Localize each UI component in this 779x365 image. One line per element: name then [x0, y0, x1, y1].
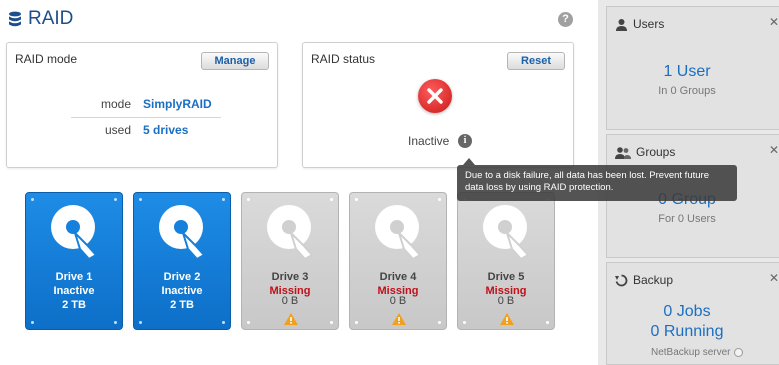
- users-groups-count: In 0 Groups: [658, 85, 716, 97]
- drive-tile[interactable]: Drive 1 Inactive 2 TB: [25, 192, 123, 330]
- warning-icon: [500, 313, 514, 325]
- page-title: RAID: [8, 8, 73, 30]
- users-header: Users: [615, 17, 664, 31]
- used-label: used: [104, 123, 131, 137]
- help-icon[interactable]: ?: [558, 12, 573, 27]
- screw-dot: [355, 321, 358, 324]
- netbackup-radio[interactable]: [734, 348, 744, 357]
- drive-name: Drive 4: [379, 271, 417, 283]
- drive-size: 2 TB: [62, 299, 86, 311]
- screw-dot: [247, 198, 250, 201]
- drive-name: Drive 3: [271, 271, 309, 283]
- screw-dot: [330, 198, 333, 201]
- groups-header: Groups: [615, 145, 675, 159]
- warning-icon: [284, 313, 298, 325]
- manage-button[interactable]: Manage: [201, 52, 269, 70]
- warning-icon: [392, 313, 406, 325]
- drive-state: Inactive: [53, 285, 95, 297]
- drive-state: Inactive: [161, 285, 203, 297]
- groups-close-icon[interactable]: ✕: [769, 143, 779, 157]
- groups-title: Groups: [636, 145, 676, 159]
- backup-header: Backup: [615, 273, 673, 287]
- raid-status-text: Inactive: [408, 134, 450, 148]
- raid-mode-row-mode: mode SimplyRAID: [71, 91, 221, 117]
- raid-mode-panel: RAID mode Manage mode SimplyRAID used 5 …: [6, 42, 278, 168]
- error-icon: [418, 79, 452, 113]
- reset-button[interactable]: Reset: [507, 52, 565, 70]
- screw-dot: [31, 321, 34, 324]
- page-title-text: RAID: [28, 8, 74, 29]
- screw-dot: [139, 321, 142, 324]
- netbackup-server[interactable]: NetBackup server: [651, 347, 744, 358]
- drive-tile[interactable]: Drive 3 Missing 0 B: [241, 192, 339, 330]
- database-icon: [9, 11, 21, 27]
- drive-name: Drive 1: [55, 271, 93, 283]
- info-icon[interactable]: i: [458, 134, 472, 148]
- user-icon: [616, 18, 627, 31]
- screw-dot: [438, 321, 441, 324]
- used-value: 5 drives: [143, 123, 189, 137]
- drive-size: 0 B: [497, 295, 515, 307]
- groups-users-count: For 0 Users: [658, 213, 716, 225]
- backup-widget[interactable]: Backup ✕ 0 Jobs 0 Running NetBackup serv…: [606, 262, 779, 365]
- status-tooltip: Due to a disk failure, all data has been…: [457, 158, 737, 201]
- hard-disk-icon: [267, 205, 314, 261]
- hard-disk-icon: [483, 205, 530, 261]
- screw-dot: [139, 198, 142, 201]
- drive-size: 0 B: [389, 295, 407, 307]
- drive-tile[interactable]: Drive 5 Missing 0 B: [457, 192, 555, 330]
- drive-tile[interactable]: Drive 4 Missing 0 B: [349, 192, 447, 330]
- screw-dot: [330, 321, 333, 324]
- drive-name: Drive 2: [163, 271, 201, 283]
- backup-title: Backup: [633, 273, 674, 287]
- raid-status-title: RAID status: [311, 52, 376, 66]
- screw-dot: [247, 321, 250, 324]
- screw-dot: [463, 321, 466, 324]
- hard-disk-icon: [159, 205, 206, 261]
- screw-dot: [114, 198, 117, 201]
- screw-dot: [546, 321, 549, 324]
- drive-tile[interactable]: Drive 2 Inactive 2 TB: [133, 192, 231, 330]
- users-widget[interactable]: Users ✕ 1 User In 0 Groups: [606, 6, 779, 130]
- mode-label: mode: [100, 97, 131, 111]
- mode-value: SimplyRAID: [143, 97, 212, 111]
- users-close-icon[interactable]: ✕: [769, 15, 779, 29]
- backup-icon: [615, 274, 628, 286]
- screw-dot: [222, 321, 225, 324]
- users-count[interactable]: 1 User: [607, 63, 767, 81]
- users-title: Users: [633, 17, 665, 31]
- raid-mode-title: RAID mode: [15, 52, 78, 66]
- screw-dot: [355, 198, 358, 201]
- screw-dot: [438, 198, 441, 201]
- hard-disk-icon: [375, 205, 422, 261]
- raid-mode-row-used: used 5 drives: [71, 117, 221, 143]
- netbackup-label: NetBackup server: [651, 347, 731, 358]
- group-icon: [615, 146, 631, 159]
- drive-size: 2 TB: [170, 299, 194, 311]
- drive-size: 0 B: [281, 295, 299, 307]
- screw-dot: [31, 198, 34, 201]
- backup-jobs[interactable]: 0 Jobs: [607, 303, 767, 321]
- drive-name: Drive 5: [487, 271, 525, 283]
- hard-disk-icon: [51, 205, 98, 261]
- raid-status-panel: RAID status Reset Inactive i: [302, 42, 574, 168]
- screw-dot: [222, 198, 225, 201]
- backup-running[interactable]: 0 Running: [607, 323, 767, 341]
- backup-close-icon[interactable]: ✕: [769, 271, 779, 285]
- main-content: RAID ? RAID mode Manage mode SimplyRAID …: [0, 0, 737, 365]
- screw-dot: [114, 321, 117, 324]
